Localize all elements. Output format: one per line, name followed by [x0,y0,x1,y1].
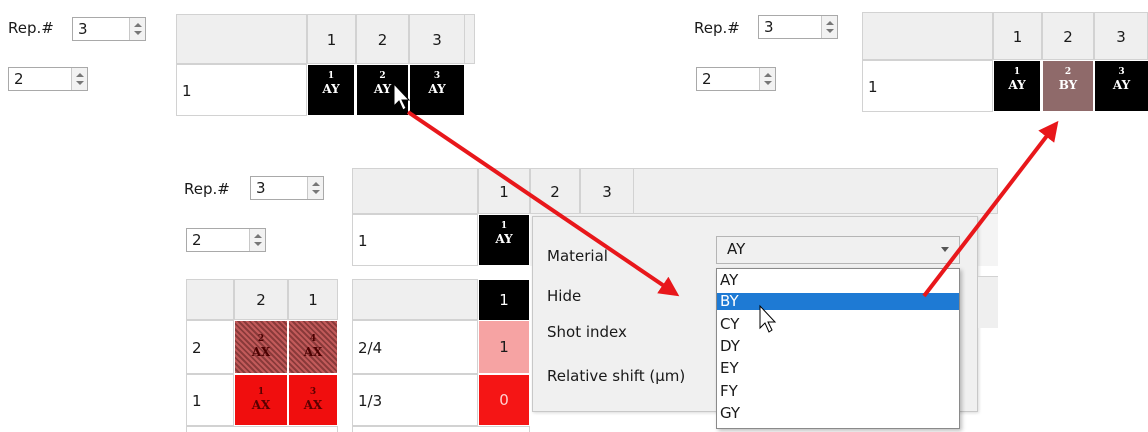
mouse-pointer-icon [759,304,777,333]
mouse-pointer-icon [393,82,411,111]
annotation-overlay [393,82,1059,333]
arrow-to-result [922,120,1059,298]
arrow-to-dropdown [406,110,680,297]
